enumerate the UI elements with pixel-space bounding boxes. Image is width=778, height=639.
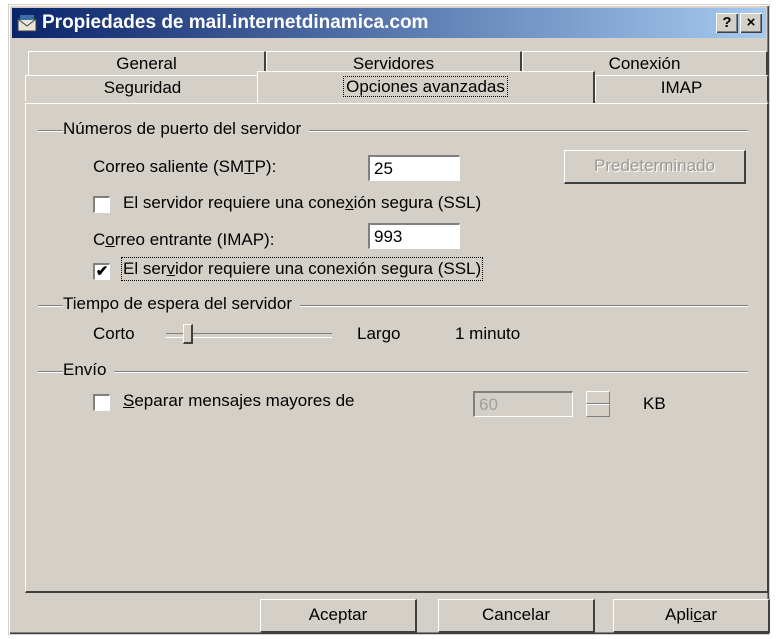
close-button[interactable]: ×: [740, 13, 762, 33]
tab-opciones-avanzadas[interactable]: Opciones avanzadas: [257, 71, 595, 103]
title-bar[interactable]: Propiedades de mail.internetdinamica.com…: [12, 8, 766, 38]
spin-up-button[interactable]: [586, 391, 610, 404]
imap-port-label: Correo entrante (IMAP):: [93, 230, 275, 249]
cancel-button[interactable]: Cancelar: [438, 599, 595, 633]
tab-panel-advanced: Números de puerto del servidor Correo sa…: [25, 103, 769, 593]
tab-imap[interactable]: IMAP: [595, 75, 769, 101]
split-size-input[interactable]: 60: [473, 391, 573, 417]
split-size-spinner[interactable]: [586, 391, 610, 417]
timeout-short-label: Corto: [93, 324, 135, 343]
sending-group-label: Envío: [63, 360, 115, 380]
smtp-port-input[interactable]: 25: [368, 155, 460, 181]
ok-button[interactable]: Aceptar: [260, 599, 417, 633]
smtp-port-label: Correo saliente (SMTP):: [93, 157, 277, 176]
smtp-ssl-checkbox[interactable]: [93, 196, 110, 213]
timeout-value: 1 minuto: [455, 324, 521, 343]
split-messages-checkbox[interactable]: [93, 394, 110, 411]
tab-seguridad[interactable]: Seguridad: [25, 75, 261, 101]
tab-opciones-avanzadas-label: Opciones avanzadas: [343, 76, 508, 97]
window-title: Propiedades de mail.internetdinamica.com: [42, 12, 429, 33]
smtp-ssl-label: El servidor requiere una conexión segura…: [123, 193, 482, 212]
mail-account-icon: [17, 15, 37, 32]
ports-group-label: Números de puerto del servidor: [63, 119, 310, 139]
imap-ssl-checkbox[interactable]: ✔: [93, 263, 110, 280]
imap-ssl-label: El servidor requiere una conexión segura…: [120, 257, 484, 281]
imap-port-input[interactable]: 993: [368, 223, 460, 249]
split-messages-label: Separar mensajes mayores de: [123, 391, 355, 410]
properties-dialog: Propiedades de mail.internetdinamica.com…: [8, 4, 770, 635]
apply-button[interactable]: Aplicar: [613, 599, 770, 633]
help-button[interactable]: ?: [716, 13, 738, 33]
default-ports-button[interactable]: Predeterminado: [564, 150, 746, 184]
tab-general[interactable]: General: [28, 51, 266, 77]
spin-down-button[interactable]: [586, 404, 610, 417]
timeout-group-label: Tiempo de espera del servidor: [63, 294, 300, 314]
timeout-long-label: Largo: [357, 324, 401, 343]
sending-group-divider: [38, 371, 748, 373]
split-size-unit: KB: [643, 394, 666, 413]
timeout-slider-thumb[interactable]: [183, 324, 193, 344]
